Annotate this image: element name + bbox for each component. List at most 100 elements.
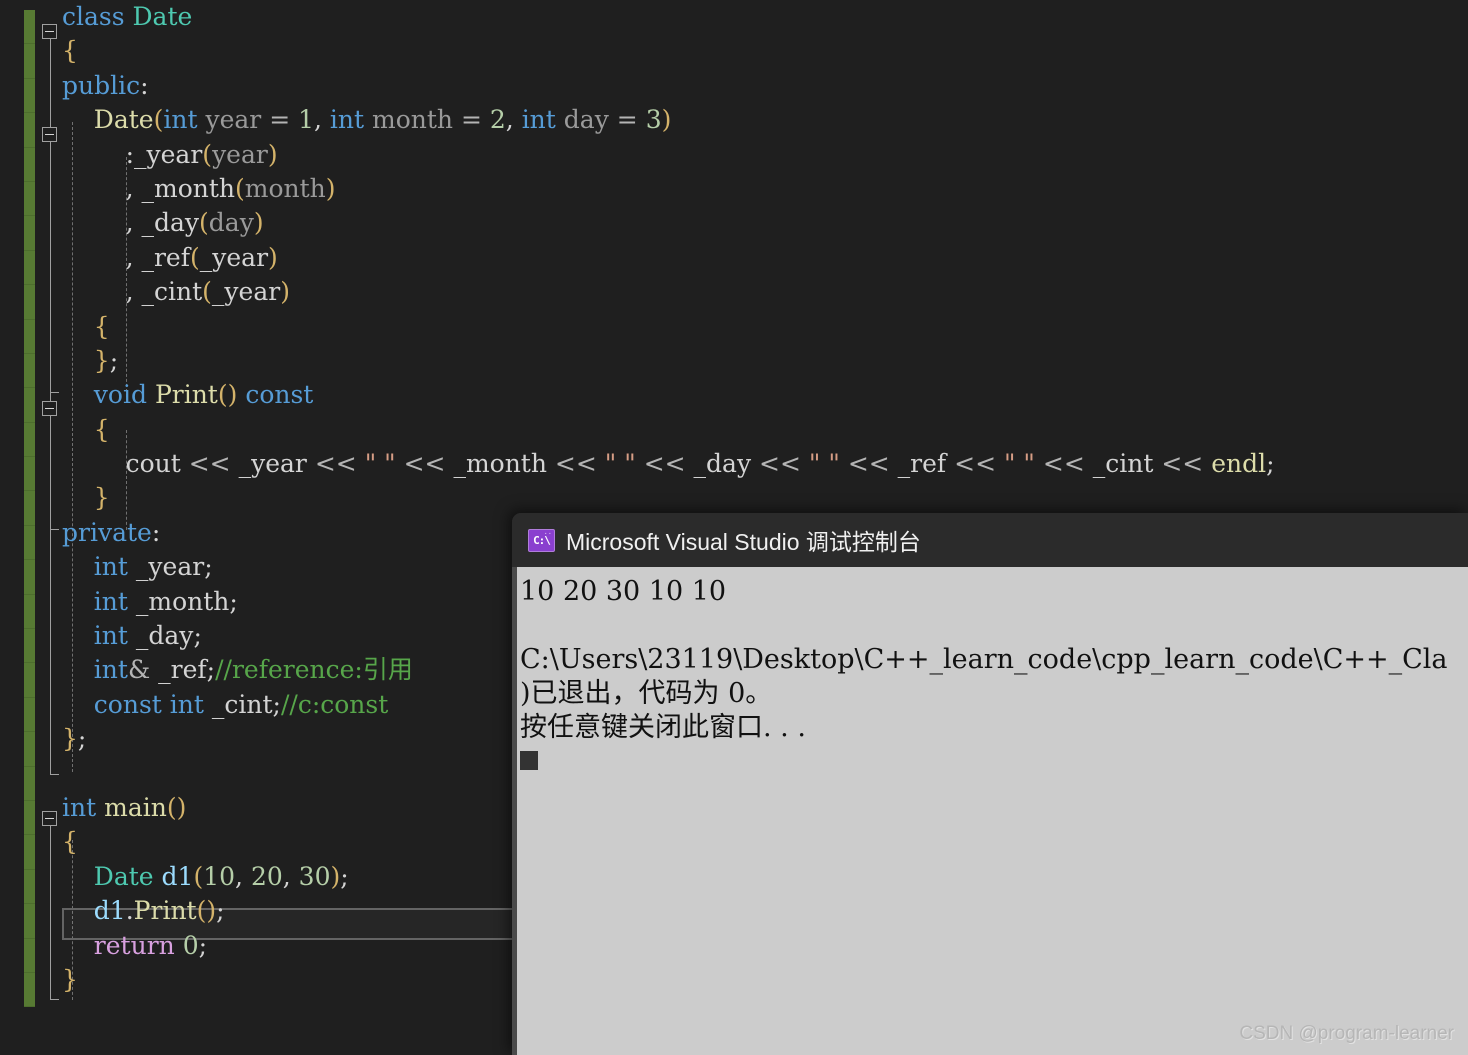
fold-guide-main bbox=[50, 826, 51, 999]
code-token: day bbox=[555, 105, 617, 135]
code-token: ; bbox=[193, 621, 202, 651]
changed-line-segment bbox=[24, 354, 35, 389]
changed-line-segment bbox=[24, 457, 35, 492]
fold-toggle-print[interactable] bbox=[42, 401, 57, 416]
changed-line-segment bbox=[24, 732, 35, 767]
code-token: month bbox=[244, 173, 326, 203]
fold-toggle-constructor[interactable] bbox=[42, 127, 57, 142]
outlining-margin[interactable] bbox=[40, 0, 62, 1055]
changed-line-segment bbox=[24, 285, 35, 320]
code-token: ) bbox=[280, 277, 290, 307]
code-token: ) bbox=[268, 242, 278, 272]
code-token: << bbox=[554, 449, 597, 479]
code-token: , bbox=[125, 208, 142, 238]
code-line[interactable]: } bbox=[62, 481, 1468, 515]
code-token: private bbox=[62, 517, 152, 547]
code-token: 10 bbox=[203, 861, 236, 891]
code-token: int bbox=[93, 621, 128, 651]
code-line[interactable]: , _ref(_year) bbox=[62, 241, 1468, 275]
code-token: . bbox=[125, 896, 134, 926]
code-line[interactable]: }; bbox=[62, 344, 1468, 378]
code-token: _month bbox=[141, 173, 235, 203]
code-token: " " bbox=[604, 449, 636, 479]
console-output-area[interactable]: 10 20 30 10 10 C:\Users\23119\Desktop\C+… bbox=[512, 567, 1468, 1055]
code-token: int bbox=[329, 105, 365, 135]
code-token: _month bbox=[127, 586, 230, 616]
code-token: _cint bbox=[141, 277, 203, 307]
code-line[interactable]: , _cint(_year) bbox=[62, 275, 1468, 309]
code-token: : bbox=[125, 139, 135, 169]
debug-console-window[interactable]: C:\ ·· Microsoft Visual Studio 调试控制台 10 … bbox=[512, 513, 1468, 1055]
code-line[interactable]: { bbox=[62, 34, 1468, 68]
code-token: << bbox=[847, 449, 890, 479]
code-line[interactable]: , _month(month) bbox=[62, 172, 1468, 206]
changed-line-segment bbox=[24, 870, 35, 905]
fold-toggle-main[interactable] bbox=[42, 811, 57, 826]
code-line[interactable]: , _day(day) bbox=[62, 206, 1468, 240]
code-line[interactable]: :_year(year) bbox=[62, 138, 1468, 172]
code-token: ; bbox=[272, 689, 281, 719]
code-token: ( bbox=[193, 861, 204, 891]
console-titlebar[interactable]: C:\ ·· Microsoft Visual Studio 调试控制台 bbox=[512, 513, 1468, 567]
code-line[interactable]: { bbox=[62, 310, 1468, 344]
code-token: ) bbox=[253, 208, 264, 238]
changed-line-segment bbox=[24, 388, 35, 423]
code-token: ( bbox=[189, 242, 200, 272]
code-line[interactable]: { bbox=[62, 413, 1468, 447]
code-token: int bbox=[521, 105, 556, 135]
code-token: int bbox=[163, 105, 198, 135]
code-token: Print bbox=[133, 896, 197, 926]
code-token: { bbox=[93, 311, 110, 341]
code-token: //reference:引用 bbox=[215, 655, 413, 685]
changed-line-segment bbox=[24, 44, 35, 79]
code-token: const bbox=[245, 380, 314, 410]
code-line[interactable]: cout << _year << " " << _month << " " <<… bbox=[62, 447, 1468, 481]
code-line[interactable]: class Date bbox=[62, 0, 1468, 34]
code-token: _year bbox=[134, 139, 203, 169]
code-token: ; bbox=[216, 896, 225, 926]
fold-toggle-class-date[interactable] bbox=[42, 24, 57, 39]
code-token: ; bbox=[109, 345, 119, 375]
code-token: int bbox=[93, 552, 128, 582]
code-token: << bbox=[188, 449, 231, 479]
code-token: << bbox=[1161, 449, 1204, 479]
changed-line-segment bbox=[24, 663, 35, 698]
code-token: ( bbox=[235, 173, 245, 203]
code-token: , bbox=[125, 277, 142, 307]
console-output-line: )已退出，代码为 0。 bbox=[520, 678, 773, 709]
code-line[interactable]: Date(int year = 1, int month = 2, int da… bbox=[62, 103, 1468, 137]
code-token: Print bbox=[154, 380, 218, 410]
changed-line-segment bbox=[24, 595, 35, 630]
fold-guide-print bbox=[50, 416, 51, 529]
code-token: int bbox=[62, 792, 97, 822]
cmd-prompt-icon: C:\ ·· bbox=[528, 528, 555, 552]
code-token: & bbox=[127, 655, 151, 685]
code-token: ; bbox=[229, 586, 238, 616]
code-line[interactable]: public: bbox=[62, 69, 1468, 103]
code-token: ; bbox=[77, 724, 87, 754]
code-token: , bbox=[505, 105, 522, 135]
code-line[interactable]: void Print() const bbox=[62, 378, 1468, 412]
code-token: } bbox=[93, 345, 110, 375]
code-token: = bbox=[269, 105, 291, 135]
code-token: } bbox=[93, 483, 110, 513]
